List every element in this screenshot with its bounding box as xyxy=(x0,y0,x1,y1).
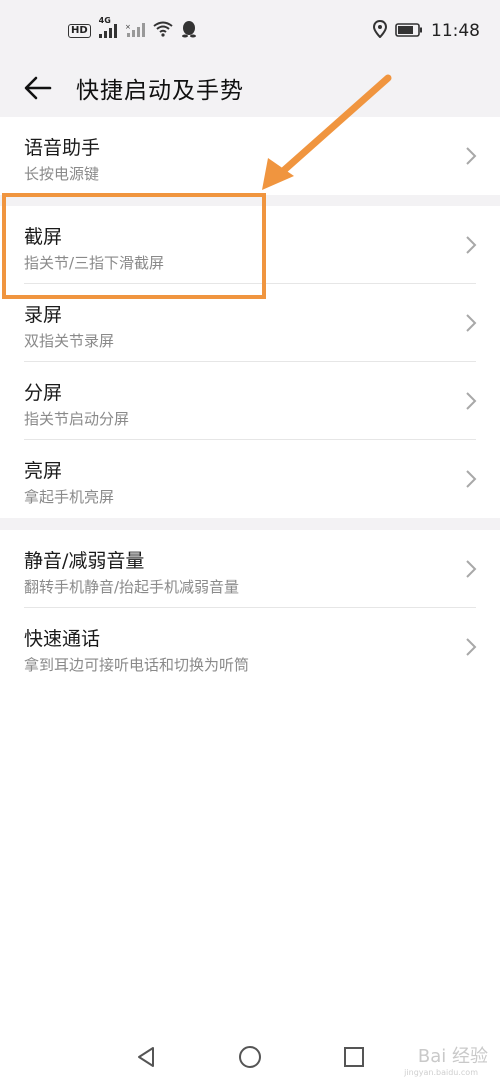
item-subtitle: 双指关节录屏 xyxy=(24,332,115,350)
item-title: 录屏 xyxy=(24,304,63,326)
item-subtitle: 拿到耳边可接听电话和切换为听筒 xyxy=(24,656,250,674)
svg-text:×: × xyxy=(125,23,131,31)
item-title: 静音/减弱音量 xyxy=(24,550,145,572)
status-time: 11:48 xyxy=(431,21,480,41)
wifi-icon xyxy=(153,21,173,41)
network-type-label: 4G xyxy=(98,16,111,25)
page-header: 快捷启动及手势 xyxy=(0,62,500,114)
signal-icon-2: × xyxy=(125,22,145,41)
chevron-right-icon xyxy=(466,392,477,410)
item-subtitle: 指关节/三指下滑截屏 xyxy=(24,254,165,272)
status-bar: HD 4G × 11:48 xyxy=(0,0,500,62)
watermark-sub: jingyan.baidu.com xyxy=(404,1068,478,1077)
nav-home-icon xyxy=(239,1046,261,1068)
item-subtitle: 长按电源键 xyxy=(24,165,100,183)
signal-icon: 4G xyxy=(98,16,117,38)
status-icons-left: HD 4G × xyxy=(68,16,197,42)
item-title: 语音助手 xyxy=(24,137,101,159)
hd-badge: HD xyxy=(68,24,91,38)
item-title: 分屏 xyxy=(24,382,63,404)
chevron-right-icon xyxy=(466,147,477,165)
status-icons-right: 11:48 xyxy=(372,19,480,42)
voice-assistant-item[interactable]: 语音助手 长按电源键 xyxy=(0,117,500,195)
settings-group-3: 静音/减弱音量 翻转手机静音/抬起手机减弱音量 快速通话 拿到耳边可接听电话和切… xyxy=(0,530,500,686)
settings-group-2: 截屏 指关节/三指下滑截屏 录屏 双指关节录屏 分屏 指关节启动分屏 亮屏 拿起… xyxy=(0,206,500,518)
nav-back-icon xyxy=(138,1047,154,1067)
item-title: 截屏 xyxy=(24,226,63,248)
screenshot-item[interactable]: 截屏 指关节/三指下滑截屏 xyxy=(0,206,500,284)
chevron-right-icon xyxy=(466,236,477,254)
mute-item[interactable]: 静音/减弱音量 翻转手机静音/抬起手机减弱音量 xyxy=(0,530,500,608)
item-subtitle: 拿起手机亮屏 xyxy=(24,488,115,506)
back-arrow-icon xyxy=(24,76,52,100)
nav-recents-icon xyxy=(344,1047,364,1067)
qq-icon xyxy=(181,20,197,42)
screen-record-item[interactable]: 录屏 双指关节录屏 xyxy=(0,284,500,362)
split-screen-item[interactable]: 分屏 指关节启动分屏 xyxy=(0,362,500,440)
nav-home-button[interactable] xyxy=(235,1042,265,1072)
location-icon xyxy=(372,19,388,42)
page-title: 快捷启动及手势 xyxy=(76,78,244,104)
wake-screen-item[interactable]: 亮屏 拿起手机亮屏 xyxy=(0,440,500,518)
chevron-right-icon xyxy=(466,560,477,578)
item-title: 亮屏 xyxy=(24,460,63,482)
item-title: 快速通话 xyxy=(24,628,101,650)
chevron-right-icon xyxy=(466,638,477,656)
battery-icon xyxy=(395,22,423,41)
quick-call-item[interactable]: 快速通话 拿到耳边可接听电话和切换为听筒 xyxy=(0,608,500,686)
back-button[interactable] xyxy=(0,62,76,114)
item-subtitle: 指关节启动分屏 xyxy=(24,410,130,428)
chevron-right-icon xyxy=(466,470,477,488)
item-subtitle: 翻转手机静音/抬起手机减弱音量 xyxy=(24,578,240,596)
nav-back-button[interactable] xyxy=(131,1042,161,1072)
content-background xyxy=(0,686,500,1084)
chevron-right-icon xyxy=(466,314,477,332)
nav-recents-button[interactable] xyxy=(339,1042,369,1072)
settings-group-1: 语音助手 长按电源键 xyxy=(0,117,500,195)
